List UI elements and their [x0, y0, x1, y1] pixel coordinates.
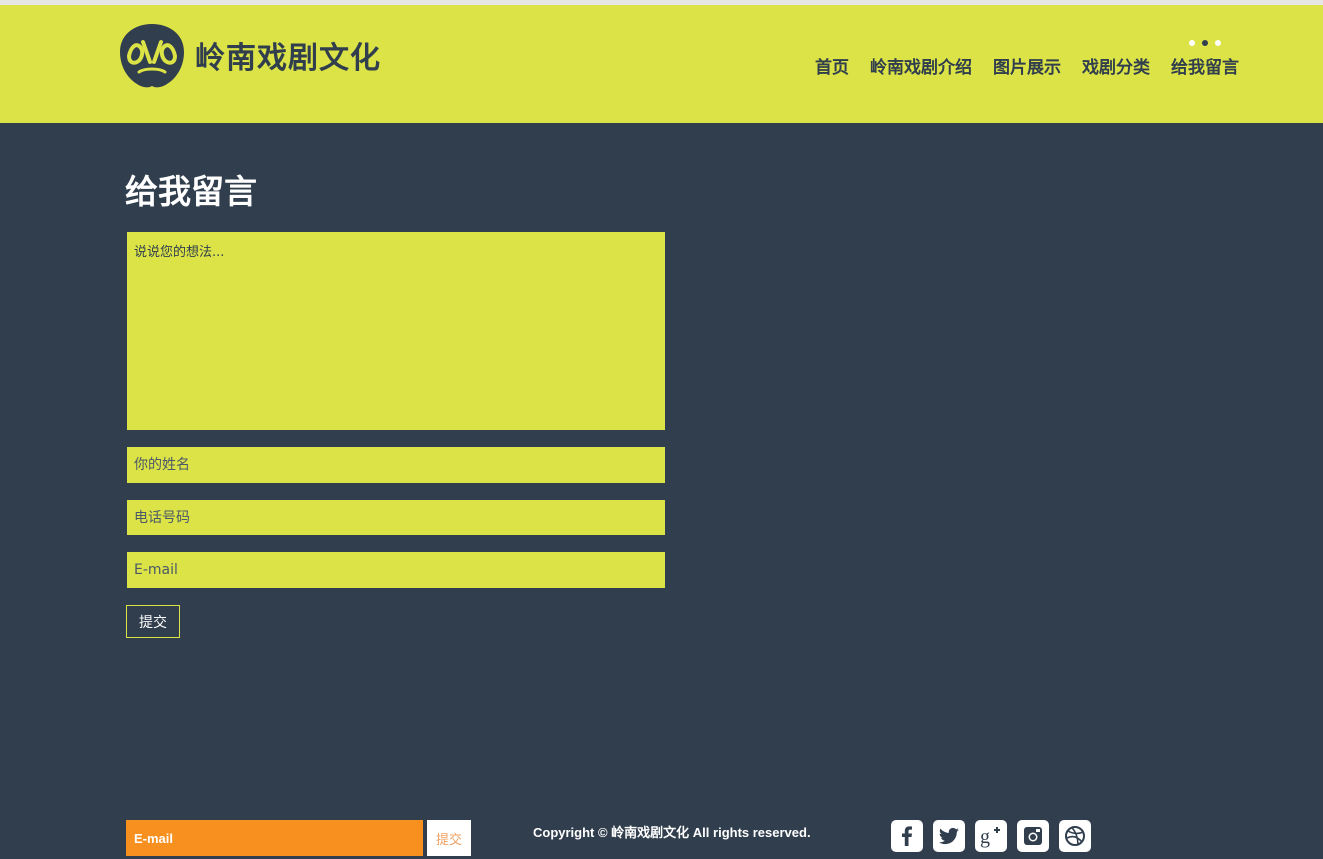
nav-item-home[interactable]: 首页	[815, 53, 849, 78]
footer-submit-button[interactable]: 提交	[427, 820, 471, 856]
main-nav: 首页 岭南戏剧介绍 图片展示 戏剧分类 给我留言	[815, 40, 1239, 78]
instagram-icon[interactable]	[1017, 820, 1049, 852]
nav-item-message-label: 给我留言	[1171, 58, 1239, 78]
google-plus-icon[interactable]: g	[975, 820, 1007, 852]
site-header: 岭南戏剧文化 首页 岭南戏剧介绍 图片展示 戏剧分类 给我留言	[0, 5, 1323, 123]
site-title: 岭南戏剧文化	[195, 41, 381, 76]
footer-email-input[interactable]	[126, 820, 423, 856]
email-input[interactable]	[127, 552, 665, 588]
nav-item-message[interactable]: 给我留言	[1171, 40, 1239, 78]
message-textarea[interactable]	[127, 232, 665, 430]
nav-item-gallery[interactable]: 图片展示	[993, 53, 1061, 78]
dribbble-icon[interactable]	[1059, 820, 1091, 852]
social-links: g	[891, 820, 1091, 852]
copyright-text: Copyright © 岭南戏剧文化 All rights reserved.	[533, 825, 811, 840]
submit-button[interactable]: 提交	[126, 605, 180, 638]
twitter-icon[interactable]	[933, 820, 965, 852]
name-input[interactable]	[127, 447, 665, 483]
page-title: 给我留言	[125, 172, 257, 211]
logo[interactable]: 岭南戏剧文化	[117, 20, 381, 90]
opera-mask-logo-icon	[120, 24, 184, 88]
phone-input[interactable]	[127, 500, 665, 535]
facebook-icon[interactable]	[891, 820, 923, 852]
active-indicator-dots	[1189, 40, 1221, 46]
nav-item-intro[interactable]: 岭南戏剧介绍	[870, 53, 972, 78]
svg-text:g: g	[980, 826, 990, 848]
nav-item-categories[interactable]: 戏剧分类	[1082, 53, 1150, 78]
